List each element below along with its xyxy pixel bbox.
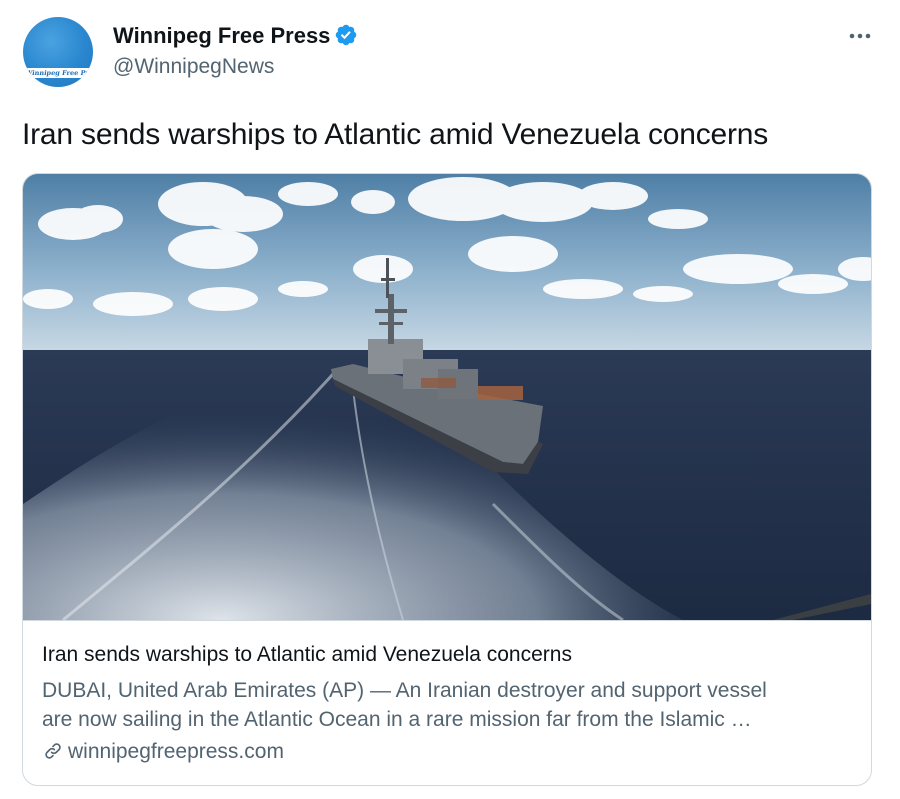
card-domain-text: winnipegfreepress.com [68,740,284,763]
card-description: DUBAI, United Arab Emirates (AP) — An Ir… [42,676,852,734]
more-dots-icon[interactable] [840,24,880,48]
card-description-line: are now sailing in the Atlantic Ocean in… [42,708,752,731]
user-display-name[interactable]: Winnipeg Free Press [113,21,358,51]
avatar[interactable]: Winnipeg Free Press [23,17,93,87]
card-meta[interactable]: Iran sends warships to Atlantic amid Ven… [23,620,871,785]
tweet[interactable]: Winnipeg Free Press Winnipeg Free Press … [0,0,900,799]
link-card[interactable]: Iran sends warships to Atlantic amid Ven… [22,173,872,786]
card-title[interactable]: Iran sends warships to Atlantic amid Ven… [42,641,572,669]
card-domain-link[interactable]: winnipegfreepress.com [42,738,284,766]
tweet-text: Iran sends warships to Atlantic amid Ven… [22,118,769,151]
avatar-logo-text: Winnipeg Free Press [24,68,92,78]
warship-photo[interactable] [23,174,871,620]
user-handle[interactable]: @WinnipegNews [113,53,274,81]
user-display-name-text: Winnipeg Free Press [113,23,331,48]
link-icon [45,743,61,759]
verified-badge-icon [336,24,357,46]
card-description-line: DUBAI, United Arab Emirates (AP) — An Ir… [42,679,767,702]
